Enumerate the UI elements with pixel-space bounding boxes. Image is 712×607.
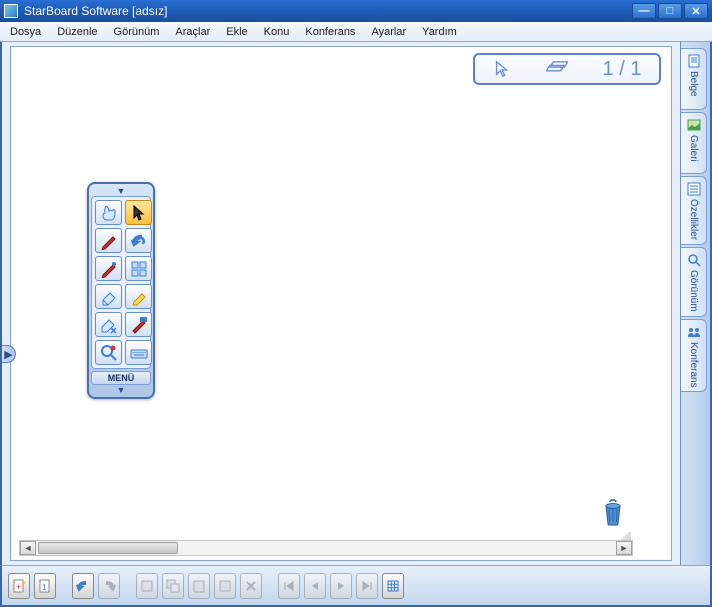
color-tool[interactable] xyxy=(125,312,152,337)
sidetab-label: Görünüm xyxy=(688,270,699,312)
undo-tool[interactable] xyxy=(125,228,152,253)
toolbox-menu-button[interactable]: MENÜ xyxy=(91,371,151,385)
nav-next-button xyxy=(330,573,352,599)
minimize-button[interactable]: — xyxy=(632,3,656,19)
zoom-tool[interactable] xyxy=(95,340,122,365)
page-thumb-button[interactable]: 1 xyxy=(34,573,56,599)
erase-all-tool[interactable] xyxy=(95,312,122,337)
nav-last-button xyxy=(356,573,378,599)
page-indicator[interactable]: 1 / 1 xyxy=(473,53,661,85)
horizontal-scrollbar[interactable]: ◄ ► xyxy=(19,540,633,556)
side-panel-tabs: Belge Galeri Özellikler Görünüm Konferan… xyxy=(680,42,710,565)
app-icon xyxy=(4,4,18,18)
clone-button xyxy=(214,573,236,599)
new-page-button[interactable]: + xyxy=(8,573,30,599)
cursor-tool[interactable] xyxy=(125,200,152,225)
scroll-left-button[interactable]: ◄ xyxy=(20,541,36,555)
sidetab-belge[interactable]: Belge xyxy=(681,48,707,110)
toolbox-handle-bottom[interactable]: ▼ xyxy=(91,385,151,395)
menubar: Dosya Düzenle Görünüm Araçlar Ekle Konu … xyxy=(0,22,712,42)
sidetab-label: Konferans xyxy=(688,342,699,388)
cut-button xyxy=(136,573,158,599)
pen2-tool[interactable] xyxy=(95,256,122,281)
sidetab-konferans[interactable]: Konferans xyxy=(681,319,707,393)
gallery-icon xyxy=(686,117,702,133)
conference-icon xyxy=(686,324,702,340)
menu-duzenle[interactable]: Düzenle xyxy=(49,24,105,40)
eraser-tool[interactable] xyxy=(95,284,122,309)
redo-button[interactable] xyxy=(98,573,120,599)
menu-konu[interactable]: Konu xyxy=(256,24,298,40)
scroll-thumb[interactable] xyxy=(38,542,178,554)
floating-toolbox[interactable]: ▼ MENÜ ▼ xyxy=(87,182,155,399)
keyboard-tool[interactable] xyxy=(125,340,152,365)
sidetab-label: Belge xyxy=(688,71,699,97)
menu-konferans[interactable]: Konferans xyxy=(297,24,363,40)
nav-first-button xyxy=(278,573,300,599)
tool-grid xyxy=(91,196,151,369)
menu-araclar[interactable]: Araçlar xyxy=(167,24,218,40)
menu-ayarlar[interactable]: Ayarlar xyxy=(364,24,415,40)
cursor-icon xyxy=(493,60,511,78)
pen-tool[interactable] xyxy=(95,228,122,253)
menu-yardim[interactable]: Yardım xyxy=(414,24,465,40)
document-icon xyxy=(686,53,702,69)
layers-icon xyxy=(546,60,568,78)
titlebar: StarBoard Software [adsız] — □ ✕ xyxy=(0,0,712,22)
sidetab-label: Galeri xyxy=(688,135,699,162)
delete-button xyxy=(240,573,262,599)
toolbox-handle-top[interactable]: ▼ xyxy=(91,186,151,196)
sidetab-ozellikler[interactable]: Özellikler xyxy=(681,176,707,245)
properties-icon xyxy=(686,181,702,197)
menu-gorunum[interactable]: Görünüm xyxy=(106,24,168,40)
sidetab-gorunum[interactable]: Görünüm xyxy=(681,247,707,317)
view-icon xyxy=(686,252,702,268)
bottom-toolbar: + 1 xyxy=(0,565,712,607)
window-title: StarBoard Software [adsız] xyxy=(24,4,630,18)
grid-button[interactable] xyxy=(382,573,404,599)
svg-text:+: + xyxy=(16,582,21,592)
svg-text:1: 1 xyxy=(42,583,47,592)
app-window: StarBoard Software [adsız] — □ ✕ Dosya D… xyxy=(0,0,712,607)
menu-ekle[interactable]: Ekle xyxy=(218,24,255,40)
copy-button xyxy=(162,573,184,599)
panel-tool[interactable] xyxy=(125,256,152,281)
nav-prev-button xyxy=(304,573,326,599)
close-button[interactable]: ✕ xyxy=(684,3,708,19)
sidetab-galeri[interactable]: Galeri xyxy=(681,112,707,174)
highlighter-tool[interactable] xyxy=(125,284,152,309)
touch-tool[interactable] xyxy=(95,200,122,225)
sidetab-label: Özellikler xyxy=(688,199,699,240)
maximize-button[interactable]: □ xyxy=(658,3,682,19)
menu-dosya[interactable]: Dosya xyxy=(2,24,49,40)
paste-button xyxy=(188,573,210,599)
undo-button[interactable] xyxy=(72,573,94,599)
trash-icon[interactable] xyxy=(603,498,623,526)
scroll-right-button[interactable]: ► xyxy=(616,541,632,555)
content-area: 1 / 1 ◄ ► ▶ ▼ xyxy=(0,42,712,565)
page-number: 1 / 1 xyxy=(603,58,642,81)
